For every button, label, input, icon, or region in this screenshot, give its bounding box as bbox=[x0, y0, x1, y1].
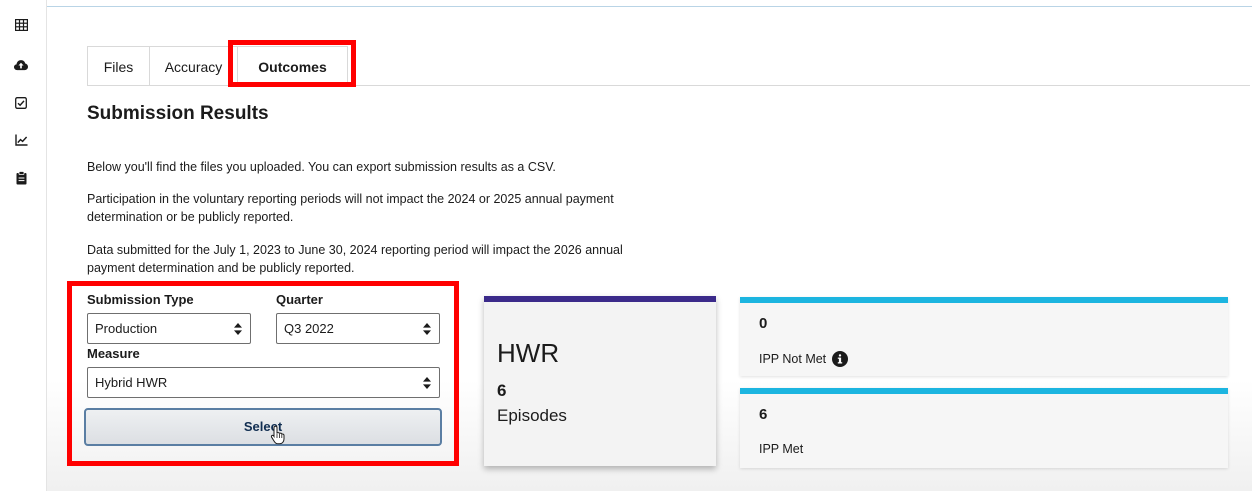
select-arrows-icon bbox=[423, 323, 431, 335]
intro-text: Below you'll find the files you uploaded… bbox=[87, 160, 556, 174]
hwr-episode-label: Episodes bbox=[497, 406, 567, 425]
select-button[interactable]: Select bbox=[84, 408, 442, 446]
cloud-upload-icon[interactable] bbox=[14, 58, 28, 72]
submission-type-value: Production bbox=[95, 321, 158, 336]
hand-cursor-icon bbox=[270, 425, 285, 445]
ipp-not-met-card: 0 IPP Not Met bbox=[740, 297, 1228, 376]
ipp-met-label-row: IPP Met bbox=[759, 442, 803, 456]
info-icon[interactable] bbox=[832, 351, 849, 367]
measure-select[interactable]: Hybrid HWR bbox=[87, 367, 440, 398]
select-arrows-icon bbox=[234, 323, 242, 335]
measure-label: Measure bbox=[87, 346, 140, 361]
ipp-met-label: IPP Met bbox=[759, 442, 804, 456]
select-arrows-icon bbox=[423, 377, 431, 389]
tab-files[interactable]: Files bbox=[87, 46, 150, 85]
quarter-select[interactable]: Q3 2022 bbox=[276, 313, 440, 344]
reporting-period-text: Data submitted for the July 1, 2023 to J… bbox=[87, 243, 623, 275]
top-divider bbox=[0, 6, 1252, 7]
hwr-summary-card: HWR 6 Episodes bbox=[484, 296, 716, 466]
checkbox-icon[interactable] bbox=[14, 96, 28, 110]
tab-outcomes[interactable]: Outcomes bbox=[238, 46, 348, 85]
table-icon[interactable] bbox=[14, 18, 28, 32]
measure-value: Hybrid HWR bbox=[95, 375, 168, 390]
hwr-title: HWR bbox=[497, 338, 560, 368]
submission-type-label: Submission Type bbox=[87, 292, 194, 307]
ipp-met-card: 6 IPP Met bbox=[740, 388, 1228, 468]
voluntary-notice-text: Participation in the voluntary reporting… bbox=[87, 192, 614, 224]
quarter-label: Quarter bbox=[276, 292, 323, 307]
page-title: Submission Results bbox=[87, 103, 269, 124]
result-tabs: Files Accuracy Outcomes bbox=[87, 46, 1250, 86]
app-frame: Files Accuracy Outcomes Submission Resul… bbox=[0, 0, 1252, 491]
ipp-not-met-label: IPP Not Met bbox=[759, 352, 827, 366]
submission-type-select[interactable]: Production bbox=[87, 313, 251, 344]
hwr-episode-count: 6 bbox=[497, 381, 507, 400]
sidebar bbox=[0, 0, 47, 491]
ipp-met-value: 6 bbox=[759, 406, 768, 423]
ipp-not-met-label-row: IPP Not Met bbox=[759, 351, 849, 367]
clipboard-icon[interactable] bbox=[14, 171, 28, 185]
tab-accuracy[interactable]: Accuracy bbox=[150, 46, 238, 85]
quarter-value: Q3 2022 bbox=[284, 321, 334, 336]
line-chart-icon[interactable] bbox=[14, 133, 28, 147]
ipp-not-met-value: 0 bbox=[759, 315, 768, 332]
